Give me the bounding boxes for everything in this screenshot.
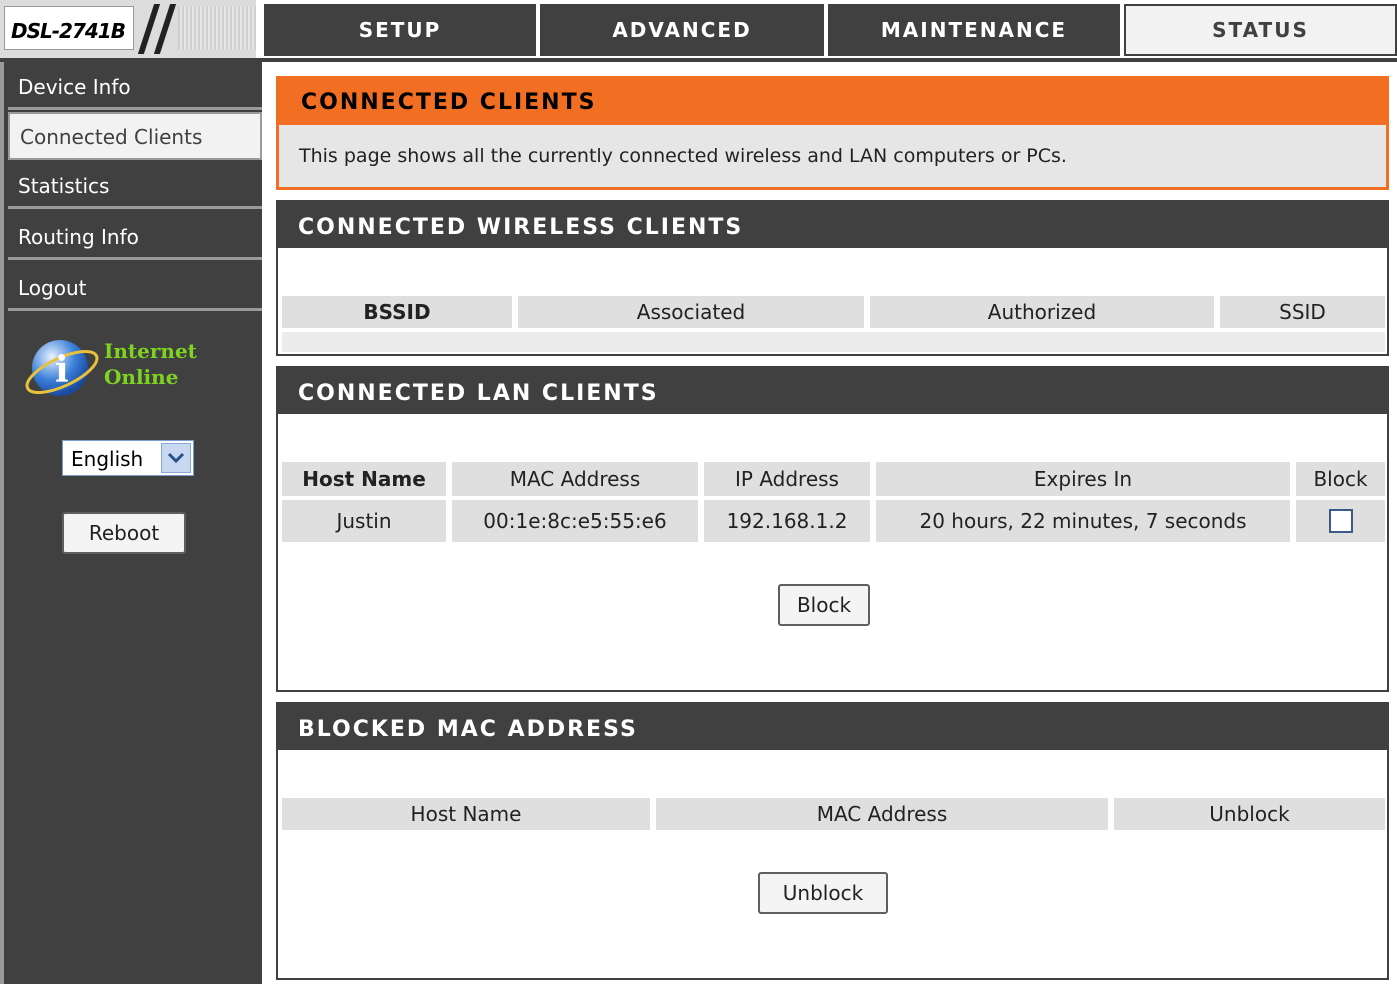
- unblock-button[interactable]: Unblock: [758, 872, 888, 914]
- wireless-col-authorized: Authorized: [870, 296, 1214, 328]
- page-title: CONNECTED CLIENTS: [279, 79, 1386, 125]
- blocked-mac-panel: BLOCKED MAC ADDRESS Host Name MAC Addres…: [276, 702, 1389, 980]
- product-logo: DSL-2741B: [11, 19, 126, 43]
- lan-col-host-name: Host Name: [282, 462, 446, 496]
- lan-col-ip: IP Address: [704, 462, 870, 496]
- lan-clients-title: CONNECTED LAN CLIENTS: [278, 368, 1387, 414]
- wireless-col-associated: Associated: [518, 296, 864, 328]
- intro-panel: CONNECTED CLIENTS This page shows all th…: [276, 76, 1389, 190]
- lan-row-ip: 192.168.1.2: [704, 500, 870, 542]
- lan-col-block: Block: [1296, 462, 1385, 496]
- internet-status-icon: i: [25, 340, 99, 396]
- wireless-clients-panel: CONNECTED WIRELESS CLIENTS BSSID Associa…: [276, 200, 1389, 356]
- lan-row-host: Justin: [282, 500, 446, 542]
- blocked-col-host-name: Host Name: [282, 798, 650, 830]
- blocked-col-mac: MAC Address: [656, 798, 1108, 830]
- sidebar-item-logout[interactable]: Logout: [8, 265, 262, 311]
- chevron-down-icon[interactable]: [161, 443, 191, 473]
- tab-maintenance[interactable]: MAINTENANCE: [828, 4, 1120, 56]
- tab-setup[interactable]: SETUP: [264, 4, 536, 56]
- sidebar-item-routing-info[interactable]: Routing Info: [8, 214, 262, 260]
- tab-status[interactable]: STATUS: [1124, 4, 1397, 56]
- block-checkbox[interactable]: [1328, 509, 1353, 533]
- page-description: This page shows all the currently connec…: [299, 145, 1067, 167]
- language-select[interactable]: English: [62, 440, 194, 476]
- lan-row-expires: 20 hours, 22 minutes, 7 seconds: [876, 500, 1290, 542]
- wireless-clients-title: CONNECTED WIRELESS CLIENTS: [278, 202, 1387, 248]
- lan-clients-panel: CONNECTED LAN CLIENTS Host Name MAC Addr…: [276, 366, 1389, 692]
- sidebar: Device Info Connected Clients Statistics…: [0, 62, 262, 984]
- wireless-col-ssid: SSID: [1220, 296, 1385, 328]
- status-line-2: Online: [104, 365, 179, 389]
- lan-row-mac: 00:1e:8c:e5:55:e6: [452, 500, 698, 542]
- blocked-mac-title: BLOCKED MAC ADDRESS: [278, 704, 1387, 750]
- status-line-1: Internet: [104, 339, 197, 363]
- logo-box: DSL-2741B: [4, 6, 134, 50]
- reboot-button[interactable]: Reboot: [62, 512, 186, 554]
- wireless-empty-row: [282, 332, 1385, 352]
- blocked-col-unblock: Unblock: [1114, 798, 1385, 830]
- sidebar-item-statistics[interactable]: Statistics: [8, 163, 262, 209]
- logo-stripes: [178, 6, 256, 50]
- internet-status: Internet Online: [104, 338, 197, 390]
- block-button[interactable]: Block: [778, 584, 870, 626]
- lan-col-expires: Expires In: [876, 462, 1290, 496]
- lan-col-mac: MAC Address: [452, 462, 698, 496]
- lan-row-block-cell: [1296, 500, 1385, 542]
- sidebar-item-connected-clients[interactable]: Connected Clients: [8, 112, 262, 160]
- tab-advanced[interactable]: ADVANCED: [540, 4, 824, 56]
- sidebar-item-device-info[interactable]: Device Info: [8, 64, 262, 110]
- svg-text:i: i: [55, 349, 69, 391]
- logo-area: DSL-2741B: [0, 0, 260, 60]
- language-value: English: [71, 447, 144, 471]
- wireless-col-bssid: BSSID: [282, 296, 512, 328]
